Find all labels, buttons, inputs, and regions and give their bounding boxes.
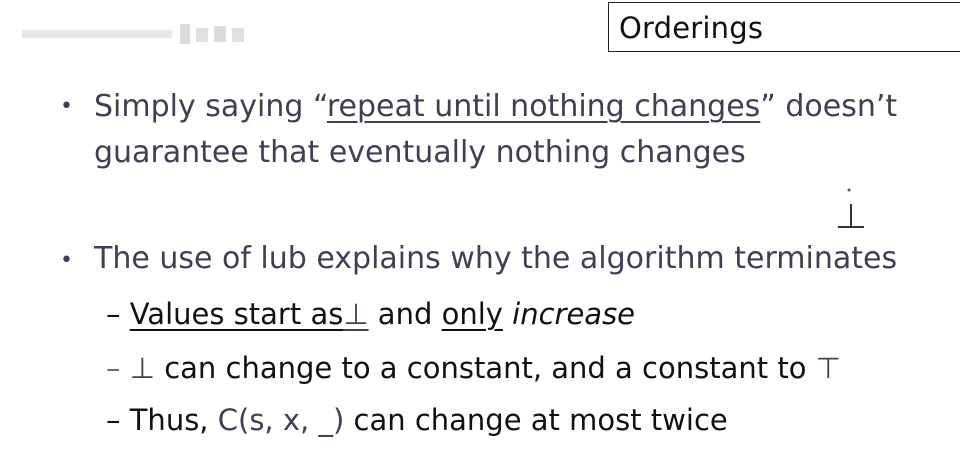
subitem-3-dash: – [106, 403, 121, 437]
bullet-1-post: ” doesn’t [760, 89, 898, 124]
subitem-1-only: only [441, 297, 503, 331]
bullet-dot-1: • [60, 94, 73, 119]
subitem-3-function: C(s, x, _) [217, 403, 345, 437]
top-symbol: ⊤ [815, 351, 841, 385]
bullet-dot-2: • [60, 248, 73, 273]
subitem-2-text: can change to a constant, and a constant… [154, 351, 816, 385]
logo-watermark [22, 24, 244, 44]
bullet-2: The use of lub explains why the algorith… [94, 241, 898, 276]
subitem-3-text2: can change at most twice [344, 403, 728, 437]
title-box: Orderings [608, 2, 960, 52]
bottom-symbol-2: ⊥ [129, 351, 155, 385]
bullet-1-underlined: repeat until nothing changes [326, 89, 761, 124]
handwritten-bottom-annotation [838, 188, 864, 228]
bullet-1-line-1: Simply saying “repeat until nothing chan… [94, 84, 954, 130]
subitem-1: – Values start as⊥ and only increase [106, 294, 635, 334]
subitem-3-text1: Thus, [120, 403, 218, 437]
subitem-1-underlined: Values start as [129, 297, 344, 331]
subitem-1-space [503, 297, 512, 331]
subitem-3: – Thus, C(s, x, _) can change at most tw… [106, 400, 728, 440]
subitem-2-dash: – [106, 351, 121, 385]
subitem-1-mid: and [368, 297, 442, 331]
bullet-1-line-2: guarantee that eventually nothing change… [94, 135, 746, 170]
bullet-1: Simply saying “repeat until nothing chan… [94, 84, 954, 176]
bottom-symbol: ⊥ [343, 297, 369, 331]
bullet-1-pre: Simply saying “ [94, 89, 327, 124]
subitem-1-increase: increase [512, 297, 636, 331]
slide-title: Orderings [619, 11, 764, 45]
subitem-2: – ⊥ can change to a constant, and a cons… [106, 348, 841, 388]
subitem-1-dash: – [106, 297, 121, 331]
